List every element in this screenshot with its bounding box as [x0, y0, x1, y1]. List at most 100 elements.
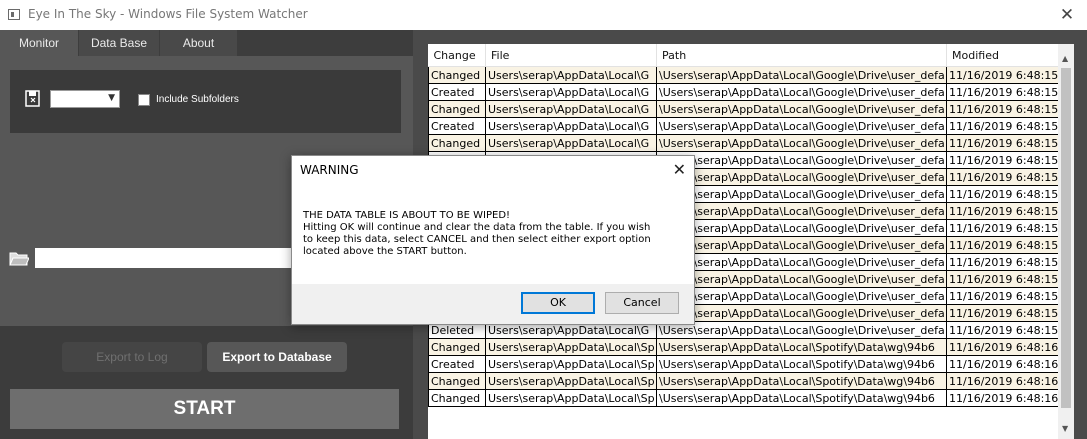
cell-modified[interactable]: 11/16/2019 6:48:15: [946, 185, 1059, 203]
table-row[interactable]: Created Users\serap\AppData\Local\G \Users…: [428, 83, 1059, 101]
warning-dialog: WARNING ✕ THE DATA TABLE IS ABOUT TO BE …: [291, 155, 695, 325]
cell-modified[interactable]: 11/16/2019 6:48:15: [946, 219, 1059, 237]
vertical-scrollbar[interactable]: ▲ ▼: [1058, 44, 1074, 439]
table-row[interactable]: Created Users\serap\AppData\Local\Sp \User…: [428, 355, 1059, 373]
cell-modified[interactable]: 11/16/2019 6:48:15: [946, 304, 1059, 322]
cell-file[interactable]: Users\serap\AppData\Local\Sp: [485, 389, 657, 407]
cell-file[interactable]: Users\serap\AppData\Local\G: [485, 134, 657, 152]
table-row[interactable]: Changed Users\serap\AppData\Local\Sp \User…: [428, 372, 1059, 390]
cell-path[interactable]: \Users\serap\AppData\Local\Spotify\Data\…: [656, 355, 947, 373]
cell-modified[interactable]: 11/16/2019 6:48:16: [946, 338, 1059, 356]
cell-modified[interactable]: 11/16/2019 6:48:15: [946, 321, 1059, 339]
include-subfolders-label: Include Subfolders: [156, 94, 239, 105]
cell-modified[interactable]: 11/16/2019 6:48:15: [946, 83, 1059, 101]
export-to-database-button[interactable]: Export to Database: [207, 342, 347, 372]
chevron-down-icon: ▼: [108, 93, 115, 103]
cell-path[interactable]: \Users\serap\AppData\Local\Google\Drive\…: [656, 253, 947, 271]
cell-modified[interactable]: 11/16/2019 6:48:15: [946, 100, 1059, 118]
cell-change[interactable]: Changed: [428, 389, 486, 407]
cell-path[interactable]: \Users\serap\AppData\Local\Google\Drive\…: [656, 219, 947, 237]
watch-settings-box: ▼ Include Subfolders: [10, 70, 401, 133]
column-header-file[interactable]: File: [485, 44, 657, 67]
cell-path[interactable]: \Users\serap\AppData\Local\Google\Drive\…: [656, 117, 947, 135]
cell-path[interactable]: \Users\serap\AppData\Local\Google\Drive\…: [656, 134, 947, 152]
cell-path[interactable]: \Users\serap\AppData\Local\Spotify\Data\…: [656, 389, 947, 407]
cell-change[interactable]: Created: [428, 355, 486, 373]
cell-file[interactable]: Users\serap\AppData\Local\G: [485, 117, 657, 135]
title-bar: Eye In The Sky - Windows File System Wat…: [0, 0, 1087, 30]
cell-modified[interactable]: 11/16/2019 6:48:15: [946, 270, 1059, 288]
cell-file[interactable]: Users\serap\AppData\Local\Sp: [485, 338, 657, 356]
cell-modified[interactable]: 11/16/2019 6:48:16: [946, 389, 1059, 407]
cell-change[interactable]: Changed: [428, 134, 486, 152]
cell-path[interactable]: \Users\serap\AppData\Local\Google\Drive\…: [656, 287, 947, 305]
scrollbar-thumb[interactable]: [1061, 68, 1071, 408]
column-header-path[interactable]: Path: [656, 44, 947, 67]
scroll-up-icon[interactable]: ▲: [1062, 54, 1068, 63]
cell-path[interactable]: \Users\serap\AppData\Local\Google\Drive\…: [656, 100, 947, 118]
cell-change[interactable]: Changed: [428, 66, 486, 84]
cell-file[interactable]: Users\serap\AppData\Local\G: [485, 83, 657, 101]
table-row[interactable]: Changed Users\serap\AppData\Local\Sp \User…: [428, 338, 1059, 356]
tab-monitor[interactable]: Monitor: [0, 30, 78, 56]
tab-data-base[interactable]: Data Base: [79, 30, 159, 56]
cell-modified[interactable]: 11/16/2019 6:48:15: [946, 287, 1059, 305]
cell-path[interactable]: \Users\serap\AppData\Local\Google\Drive\…: [656, 185, 947, 203]
cell-modified[interactable]: 11/16/2019 6:48:15: [946, 134, 1059, 152]
column-header-modified[interactable]: Modified: [946, 44, 1059, 67]
cell-change[interactable]: Changed: [428, 372, 486, 390]
dialog-footer: OK Cancel: [292, 284, 694, 324]
cell-path[interactable]: \Users\serap\AppData\Local\Google\Drive\…: [656, 66, 947, 84]
start-button[interactable]: START: [10, 389, 399, 429]
table-row[interactable]: Changed Users\serap\AppData\Local\G \Users…: [428, 100, 1059, 118]
dialog-message: THE DATA TABLE IS ABOUT TO BE WIPED! Hit…: [303, 210, 683, 258]
cell-path[interactable]: \Users\serap\AppData\Local\Google\Drive\…: [656, 151, 947, 169]
cell-path[interactable]: \Users\serap\AppData\Local\Google\Drive\…: [656, 236, 947, 254]
actions-area: Export to Log Export to Database START: [0, 326, 413, 439]
cell-file[interactable]: Users\serap\AppData\Local\G: [485, 66, 657, 84]
cell-change[interactable]: Created: [428, 117, 486, 135]
cell-modified[interactable]: 11/16/2019 6:48:16: [946, 355, 1059, 373]
cell-change[interactable]: Changed: [428, 100, 486, 118]
cell-path[interactable]: \Users\serap\AppData\Local\Spotify\Data\…: [656, 338, 947, 356]
cell-modified[interactable]: 11/16/2019 6:48:15: [946, 253, 1059, 271]
cell-path[interactable]: \Users\serap\AppData\Local\Google\Drive\…: [656, 270, 947, 288]
cell-modified[interactable]: 11/16/2019 6:48:15: [946, 202, 1059, 220]
cell-path[interactable]: \Users\serap\AppData\Local\Google\Drive\…: [656, 321, 947, 339]
app-icon: [8, 9, 20, 20]
cell-modified[interactable]: 11/16/2019 6:48:15: [946, 236, 1059, 254]
cell-modified[interactable]: 11/16/2019 6:48:15: [946, 151, 1059, 169]
folder-icon[interactable]: [9, 251, 29, 266]
cell-file[interactable]: Users\serap\AppData\Local\Sp: [485, 372, 657, 390]
drive-select[interactable]: ▼: [50, 90, 120, 108]
cell-modified[interactable]: 11/16/2019 6:48:16: [946, 372, 1059, 390]
table-header-row: Change File Path Modified: [428, 44, 1059, 67]
scroll-down-icon[interactable]: ▼: [1062, 424, 1068, 433]
cell-path[interactable]: \Users\serap\AppData\Local\Spotify\Data\…: [656, 372, 947, 390]
cell-modified[interactable]: 11/16/2019 6:48:15: [946, 117, 1059, 135]
ok-button[interactable]: OK: [521, 292, 595, 314]
tab-bar: Monitor Data Base About: [0, 30, 413, 56]
close-icon[interactable]: ✕: [1057, 5, 1077, 25]
table-row[interactable]: Changed Users\serap\AppData\Local\Sp \User…: [428, 389, 1059, 407]
cell-path[interactable]: \Users\serap\AppData\Local\Google\Drive\…: [656, 83, 947, 101]
cell-change[interactable]: Changed: [428, 338, 486, 356]
dialog-close-icon[interactable]: ✕: [673, 160, 686, 179]
cell-modified[interactable]: 11/16/2019 6:48:15: [946, 168, 1059, 186]
table-row[interactable]: Changed Users\serap\AppData\Local\G \Users…: [428, 134, 1059, 152]
watch-path-input[interactable]: [35, 248, 295, 268]
cell-file[interactable]: Users\serap\AppData\Local\Sp: [485, 355, 657, 373]
cell-path[interactable]: \Users\serap\AppData\Local\Google\Drive\…: [656, 168, 947, 186]
cell-file[interactable]: Users\serap\AppData\Local\G: [485, 100, 657, 118]
table-row[interactable]: Created Users\serap\AppData\Local\G \Users…: [428, 117, 1059, 135]
cell-change[interactable]: Created: [428, 83, 486, 101]
cell-modified[interactable]: 11/16/2019 6:48:15: [946, 66, 1059, 84]
include-subfolders-checkbox[interactable]: [138, 94, 150, 106]
cell-path[interactable]: \Users\serap\AppData\Local\Google\Drive\…: [656, 202, 947, 220]
table-row[interactable]: Changed Users\serap\AppData\Local\G \Users…: [428, 66, 1059, 84]
export-to-log-button[interactable]: Export to Log: [62, 342, 202, 372]
cell-path[interactable]: \Users\serap\AppData\Local\Google\Drive\…: [656, 304, 947, 322]
tab-about[interactable]: About: [160, 30, 237, 56]
cancel-button[interactable]: Cancel: [605, 292, 679, 314]
column-header-change[interactable]: Change: [428, 44, 486, 67]
